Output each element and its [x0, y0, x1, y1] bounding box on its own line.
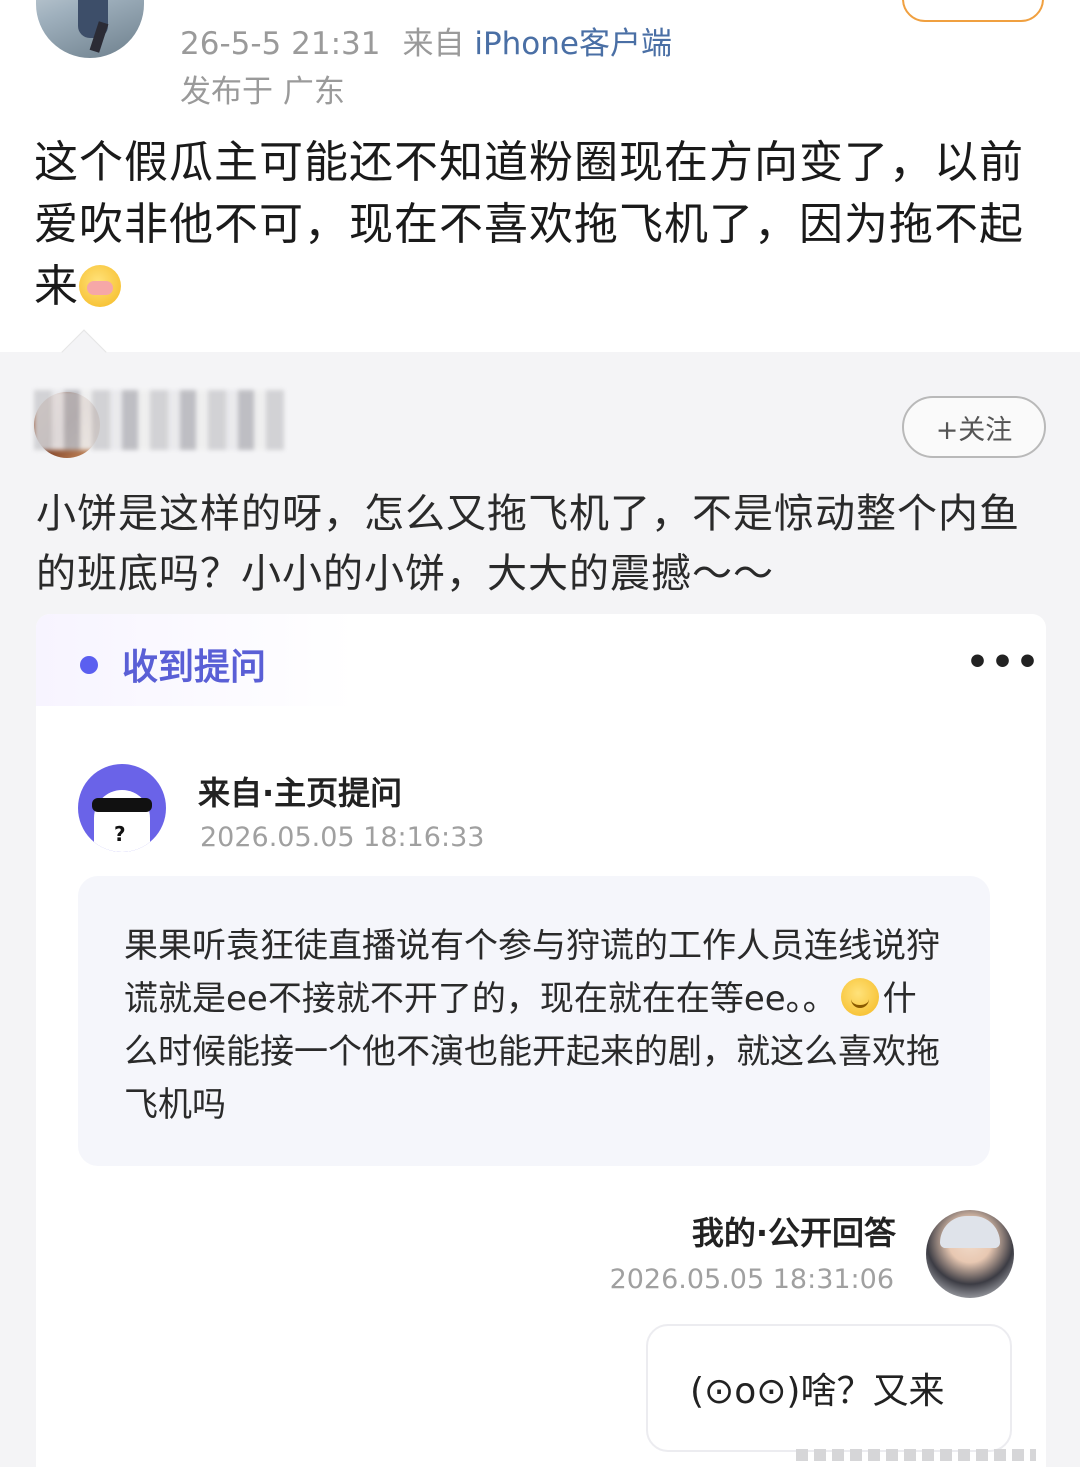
post-container: 26-5-5 21:31 来自 iPhone客户端 发布于 广东 这个假瓜主可能还… — [0, 0, 1080, 352]
card-title: 收到提问 — [122, 647, 267, 688]
question-bubble: 果果听袁狂徒直播说有个参与狩谎的工作人员连线说狩谎就是ee不接就不开了的，现在就… — [78, 876, 990, 1166]
answer-time: 2026.05.05 18:31:06 — [609, 1264, 894, 1295]
more-options-icon[interactable]: ••• — [966, 642, 1041, 683]
post-client[interactable]: iPhone客户端 — [474, 26, 672, 62]
repost-container: +关注 小饼是这样的呀，怎么又拖飞机了，不是惊动整个内鱼的班底吗？小小的小饼，大… — [0, 329, 1080, 1467]
post-source-prefix: 来自 — [402, 26, 465, 62]
answerer-avatar[interactable] — [926, 1210, 1014, 1298]
question-card: 收到提问 ••• ? 来自·主页提问 2026.05.05 18:16:33 果… — [36, 614, 1046, 1467]
card-title-dot-icon — [80, 656, 98, 674]
question-from-label: 来自·主页提问 — [198, 774, 403, 812]
cry-emoji-icon — [79, 265, 121, 307]
follow-button-top[interactable] — [902, 0, 1044, 22]
post-text-content: 这个假瓜主可能还不知道粉圈现在方向变了，以前爱吹非他不可，现在不喜欢拖飞机了，因… — [34, 137, 1024, 312]
anonymous-asker-avatar: ? — [78, 764, 166, 852]
post-meta: 26-5-5 21:31 来自 iPhone客户端 — [180, 18, 672, 63]
watermark-dashes — [796, 1449, 1036, 1461]
repost-username-blurred[interactable] — [34, 390, 284, 450]
author-avatar[interactable] — [36, 0, 144, 58]
answer-label: 我的·公开回答 — [691, 1214, 896, 1252]
question-time: 2026.05.05 18:16:33 — [200, 822, 485, 853]
avatar-hair — [940, 1216, 1000, 1248]
post-text: 这个假瓜主可能还不知道粉圈现在方向变了，以前爱吹非他不可，现在不喜欢拖飞机了，因… — [34, 132, 1044, 318]
post-time: 26-5-5 21:31 — [180, 26, 381, 62]
smile-emoji-icon — [840, 978, 879, 1016]
answer-bubble: (⊙o⊙)啥？又来 — [646, 1324, 1012, 1452]
repost-text: 小饼是这样的呀，怎么又拖飞机了，不是惊动整个内鱼的班底吗？小小的小饼，大大的震撼… — [36, 491, 1020, 597]
post-location: 发布于 广东 — [180, 74, 345, 110]
question-mark-icon: ? — [114, 822, 126, 846]
question-text-part1: 果果听袁狂徒直播说有个参与狩谎的工作人员连线说狩谎就是ee不接就不开了的，现在就… — [124, 926, 940, 1019]
follow-button[interactable]: +关注 — [902, 396, 1046, 458]
sunglasses-icon — [92, 798, 152, 812]
